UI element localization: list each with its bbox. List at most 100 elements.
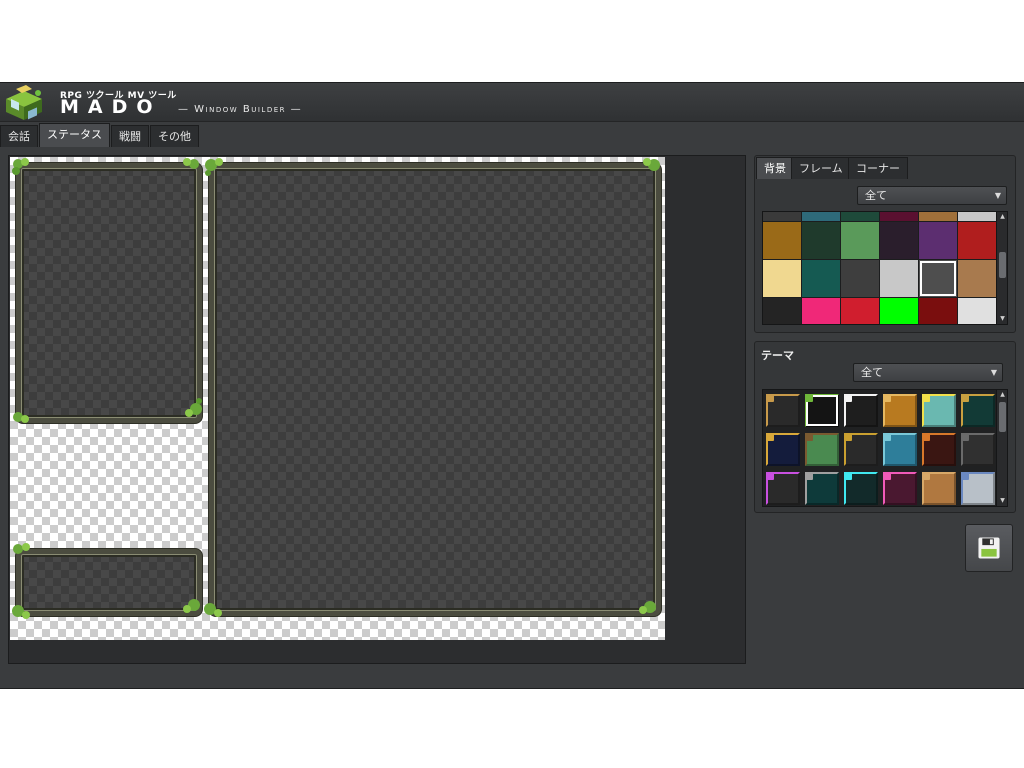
theme-grid: ▲ ▼ bbox=[762, 389, 1008, 507]
background-swatch[interactable] bbox=[880, 260, 918, 297]
background-scrollbar[interactable]: ▲ ▼ bbox=[996, 212, 1007, 324]
scroll-up-icon[interactable]: ▲ bbox=[997, 212, 1007, 222]
background-swatch[interactable] bbox=[880, 298, 918, 324]
background-swatch[interactable] bbox=[802, 222, 840, 259]
app-window: RPG ツクール MV ツール MADO — Window Builder — … bbox=[0, 82, 1024, 689]
theme-thumbnail[interactable] bbox=[844, 433, 878, 466]
background-filter-select[interactable]: 全て ▼ bbox=[857, 186, 1007, 205]
tab-conversation[interactable]: 会話 bbox=[0, 125, 38, 147]
background-swatch[interactable] bbox=[763, 212, 801, 221]
theme-scrollbar[interactable]: ▲ ▼ bbox=[996, 390, 1007, 506]
theme-thumbnail[interactable] bbox=[766, 472, 800, 505]
background-swatch[interactable] bbox=[919, 298, 957, 324]
tab-status[interactable]: ステータス bbox=[39, 123, 110, 147]
window-cube-logo bbox=[6, 85, 42, 120]
theme-filter-select[interactable]: 全て ▼ bbox=[853, 363, 1003, 382]
theme-thumbnail[interactable] bbox=[922, 472, 956, 505]
theme-corner-icon bbox=[844, 472, 852, 480]
theme-thumbnail[interactable] bbox=[766, 433, 800, 466]
scroll-down-icon[interactable]: ▼ bbox=[997, 314, 1007, 324]
theme-panel: テーマ 全て ▼ ▲ ▼ bbox=[754, 341, 1016, 513]
preview-window-portrait bbox=[16, 163, 202, 423]
category-tabs: 会話 ステータス 戦闘 その他 bbox=[0, 123, 200, 149]
theme-corner-icon bbox=[883, 433, 891, 441]
theme-thumbnail[interactable] bbox=[805, 394, 839, 427]
theme-thumbnail[interactable] bbox=[961, 433, 995, 466]
background-swatch[interactable] bbox=[763, 298, 801, 324]
theme-corner-icon bbox=[805, 472, 813, 480]
background-swatch[interactable] bbox=[802, 212, 840, 221]
background-swatch[interactable] bbox=[802, 298, 840, 324]
theme-thumbnail[interactable] bbox=[844, 394, 878, 427]
background-swatch[interactable] bbox=[802, 260, 840, 297]
theme-corner-icon bbox=[961, 433, 969, 441]
theme-corner-icon bbox=[766, 472, 774, 480]
theme-corner-icon bbox=[883, 472, 891, 480]
scroll-down-icon[interactable]: ▼ bbox=[997, 496, 1007, 506]
background-swatch[interactable] bbox=[919, 212, 957, 221]
app-brand: MADO bbox=[60, 96, 162, 118]
theme-corner-icon bbox=[961, 394, 969, 402]
background-swatch[interactable] bbox=[841, 260, 879, 297]
background-swatch-grid: ▲ ▼ bbox=[762, 211, 1008, 325]
floppy-disk-icon bbox=[978, 537, 1000, 559]
theme-corner-icon bbox=[844, 433, 852, 441]
theme-corner-icon bbox=[844, 394, 852, 402]
background-swatch[interactable] bbox=[841, 298, 879, 324]
theme-corner-icon bbox=[922, 472, 930, 480]
chevron-down-icon: ▼ bbox=[990, 368, 997, 377]
background-swatch[interactable] bbox=[958, 212, 996, 221]
save-button[interactable] bbox=[965, 524, 1013, 572]
theme-filter-value: 全て bbox=[861, 366, 883, 379]
theme-corner-icon bbox=[922, 433, 930, 441]
background-swatch[interactable] bbox=[880, 222, 918, 259]
scroll-thumb[interactable] bbox=[999, 252, 1006, 278]
tab-battle[interactable]: 戦闘 bbox=[111, 125, 149, 147]
theme-corner-icon bbox=[922, 394, 930, 402]
background-swatch[interactable] bbox=[919, 222, 957, 259]
theme-thumbnail[interactable] bbox=[766, 394, 800, 427]
background-swatch[interactable] bbox=[763, 260, 801, 297]
scroll-thumb[interactable] bbox=[999, 402, 1006, 432]
background-swatch-list bbox=[763, 212, 996, 324]
tab-background[interactable]: 背景 bbox=[756, 157, 794, 179]
app-brand-subtitle: — Window Builder — bbox=[178, 104, 303, 115]
theme-thumbnail[interactable] bbox=[961, 394, 995, 427]
theme-corner-icon bbox=[883, 394, 891, 402]
window-preview bbox=[10, 157, 665, 640]
theme-thumbnail[interactable] bbox=[961, 472, 995, 505]
theme-panel-title: テーマ bbox=[761, 349, 794, 362]
background-swatch[interactable] bbox=[958, 222, 996, 259]
theme-corner-icon bbox=[805, 394, 813, 402]
chevron-down-icon: ▼ bbox=[994, 191, 1001, 200]
background-swatch[interactable] bbox=[958, 260, 996, 297]
tab-frame[interactable]: フレーム bbox=[791, 157, 851, 179]
background-swatch[interactable] bbox=[763, 222, 801, 259]
theme-thumbnail[interactable] bbox=[883, 394, 917, 427]
background-filter-value: 全て bbox=[865, 189, 887, 202]
tab-corner[interactable]: コーナー bbox=[848, 157, 908, 179]
preview-window-main bbox=[209, 163, 661, 616]
scroll-up-icon[interactable]: ▲ bbox=[997, 390, 1007, 400]
theme-thumbnail[interactable] bbox=[922, 433, 956, 466]
theme-thumbnail[interactable] bbox=[805, 433, 839, 466]
background-swatch[interactable] bbox=[919, 260, 957, 297]
theme-thumbnail[interactable] bbox=[883, 433, 917, 466]
tab-other[interactable]: その他 bbox=[150, 125, 199, 147]
theme-thumbnail[interactable] bbox=[922, 394, 956, 427]
theme-corner-icon bbox=[961, 472, 969, 480]
theme-thumbnail[interactable] bbox=[844, 472, 878, 505]
theme-thumbnail[interactable] bbox=[805, 472, 839, 505]
status-footer bbox=[8, 667, 1016, 683]
background-swatch[interactable] bbox=[841, 222, 879, 259]
app-header: RPG ツクール MV ツール MADO — Window Builder — bbox=[0, 83, 1024, 122]
background-swatch[interactable] bbox=[841, 212, 879, 221]
preview-window-small bbox=[16, 549, 202, 616]
theme-corner-icon bbox=[805, 433, 813, 441]
theme-corner-icon bbox=[766, 394, 774, 402]
preview-canvas-area bbox=[8, 155, 746, 664]
background-swatch[interactable] bbox=[958, 298, 996, 324]
background-swatch[interactable] bbox=[880, 212, 918, 221]
theme-thumbnail[interactable] bbox=[883, 472, 917, 505]
background-panel: 背景 フレーム コーナー 全て ▼ ▲ ▼ bbox=[754, 155, 1016, 333]
